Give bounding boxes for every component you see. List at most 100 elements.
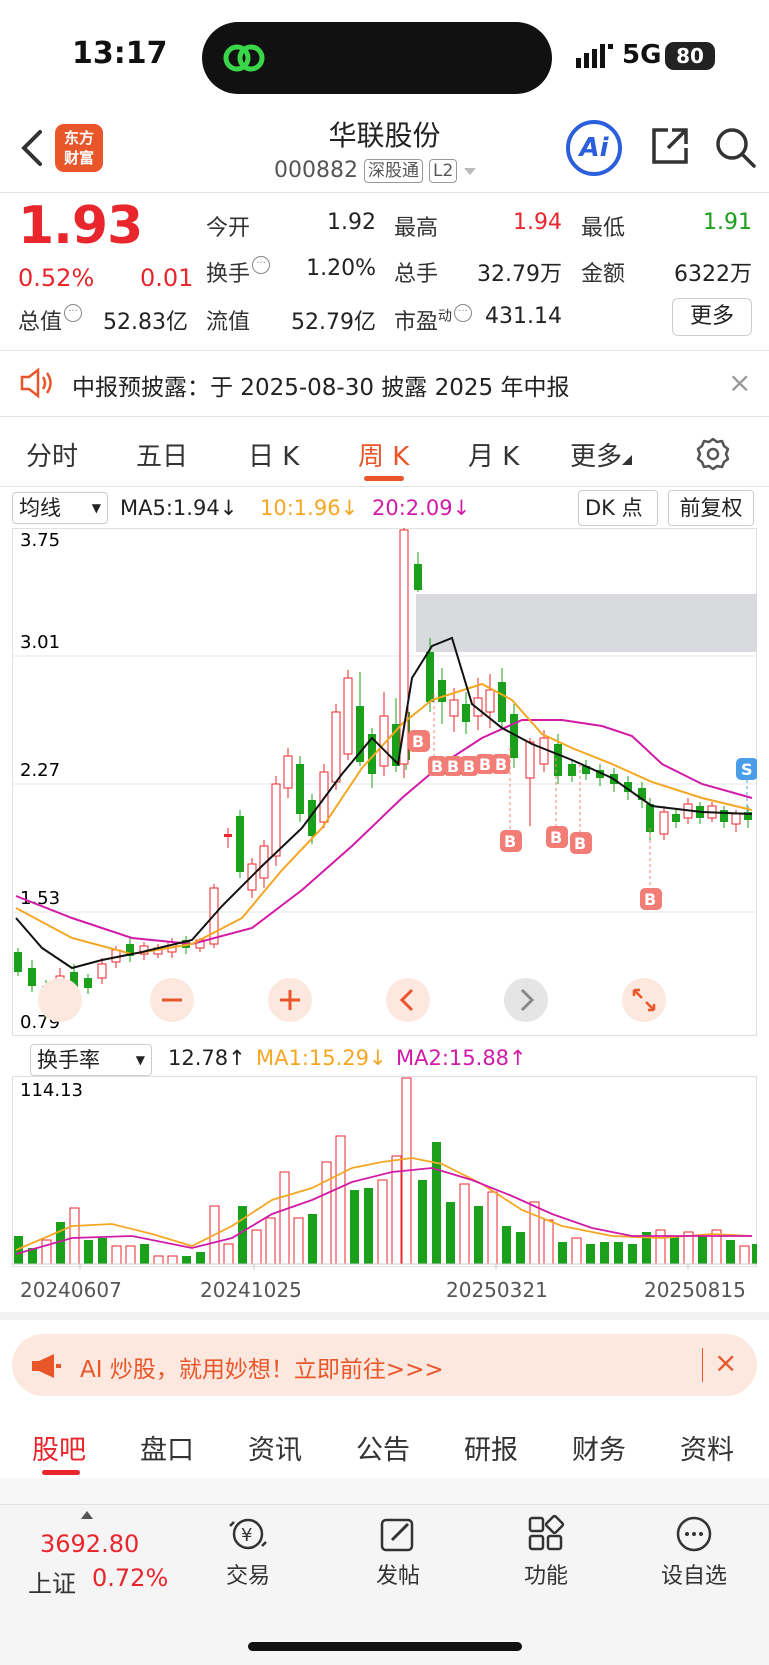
candle xyxy=(731,813,741,825)
volume-bar xyxy=(516,1232,525,1264)
volume-bar xyxy=(670,1236,679,1264)
float-label: 流值 xyxy=(206,310,251,335)
pe-value: 431.14 xyxy=(485,304,562,329)
tab-more[interactable]: 更多 xyxy=(570,436,633,473)
candle xyxy=(224,834,232,837)
status-time: 13:17 xyxy=(72,36,168,71)
info-icon[interactable]: ··· xyxy=(252,256,271,274)
nav-trade[interactable]: ¥ 交易 xyxy=(198,1514,298,1590)
pe-label-text: 市盈 xyxy=(394,310,439,335)
nav-post-label: 发帖 xyxy=(375,1564,420,1589)
candle xyxy=(672,814,680,822)
fullscreen-button[interactable] xyxy=(622,978,666,1022)
tab-guba[interactable]: 股吧 xyxy=(32,1428,86,1467)
tab-news[interactable]: 资讯 xyxy=(248,1428,302,1467)
candle xyxy=(525,741,535,779)
candle xyxy=(84,978,92,988)
search-icon[interactable] xyxy=(712,124,758,170)
mktcap-value: 52.83亿 xyxy=(103,310,188,335)
date-tick-2: 20241025 xyxy=(200,1278,302,1302)
more-button[interactable]: 更多 xyxy=(672,298,752,336)
info-icon[interactable]: ··· xyxy=(454,304,473,322)
level-tag: L2 xyxy=(428,158,458,183)
volume-bar xyxy=(251,1229,262,1265)
tab-profile[interactable]: 资料 xyxy=(680,1428,734,1467)
share-icon[interactable] xyxy=(648,124,692,168)
volume-bar xyxy=(293,1217,304,1265)
tab-monthly-k[interactable]: 月 K xyxy=(468,436,519,473)
candle xyxy=(539,737,549,765)
grid-icon xyxy=(528,1514,565,1551)
ai-promo-text[interactable]: AI 炒股，就用妙想！立即前往>>> xyxy=(80,1350,444,1384)
volume-bar xyxy=(600,1242,609,1264)
active-tab-indicator xyxy=(364,476,404,481)
buy-marker: B xyxy=(408,730,430,752)
volume-bar xyxy=(487,1191,498,1265)
volume-bar xyxy=(628,1244,637,1264)
corner-caret-icon xyxy=(622,455,633,465)
gear-icon[interactable] xyxy=(695,436,731,472)
candle xyxy=(449,699,459,717)
volume-bar xyxy=(586,1244,595,1264)
turnover-label[interactable]: 换手 ··· xyxy=(206,256,272,288)
tab-daily-k[interactable]: 日 K xyxy=(248,436,299,473)
nav-post[interactable]: 发帖 xyxy=(348,1514,448,1590)
buy-marker-label: B xyxy=(504,832,516,851)
nav-add-watchlist[interactable]: 设自选 xyxy=(644,1514,744,1590)
notice-text[interactable]: 中报预披露：于 2025-08-30 披露 2025 年中报 xyxy=(72,368,569,402)
tab-intraday[interactable]: 分时 xyxy=(26,436,78,473)
candle xyxy=(97,963,107,979)
nav-functions[interactable]: 功能 xyxy=(496,1514,596,1590)
ma-select[interactable]: 均线 ▼ xyxy=(12,492,108,524)
mktcap-label[interactable]: 总值 ··· xyxy=(18,304,84,336)
buy-marker-label: B xyxy=(412,732,424,751)
float-value: 52.79亿 xyxy=(291,310,376,335)
ma20-value: 20:2.09↓ xyxy=(372,496,471,520)
buy-marker: B xyxy=(570,832,592,854)
pe-label[interactable]: 市盈动 ··· xyxy=(394,304,474,336)
volume-bar xyxy=(182,1256,191,1264)
buy-marker-label: B xyxy=(644,890,656,909)
info-icon[interactable]: ··· xyxy=(64,304,83,322)
ai-button[interactable]: Ai xyxy=(566,120,622,176)
open-value: 1.92 xyxy=(327,210,376,235)
index-value[interactable]: 3692.80 xyxy=(40,1530,139,1558)
volume-label: 总手 xyxy=(394,262,439,287)
stock-code-row[interactable]: 000882 深股通 L2 xyxy=(274,158,477,183)
index-name[interactable]: 上证 xyxy=(28,1564,76,1599)
ma10-value: 10:1.96↓ xyxy=(260,496,359,520)
notice-close-button[interactable]: × xyxy=(728,366,751,399)
candle xyxy=(426,652,434,702)
banner-close-button[interactable]: × xyxy=(714,1346,737,1379)
sell-marker-label: S xyxy=(741,760,753,779)
tab-pankou[interactable]: 盘口 xyxy=(140,1428,194,1467)
scroll-left-button[interactable] xyxy=(386,978,430,1022)
dk-point-select[interactable]: DK 点 xyxy=(578,490,658,549)
buy-marker: B xyxy=(640,888,662,910)
reset-button[interactable] xyxy=(38,978,82,1022)
caret-up-icon[interactable] xyxy=(80,1510,94,1520)
scroll-right-button[interactable] xyxy=(504,978,548,1022)
volume-bar xyxy=(84,1240,93,1264)
turnover-chart[interactable]: 114.13 xyxy=(12,1076,757,1278)
tab-finance[interactable]: 财务 xyxy=(572,1428,626,1467)
candle xyxy=(343,677,353,755)
volume-indicator-select[interactable]: 换手率 ▼ xyxy=(30,1044,152,1076)
volume-bar xyxy=(364,1188,373,1264)
tab-research[interactable]: 研报 xyxy=(464,1428,518,1467)
adjust-select[interactable]: 前复权 xyxy=(668,490,754,526)
volume-bar xyxy=(418,1180,427,1264)
volume-bar xyxy=(698,1236,707,1264)
candle xyxy=(646,804,654,832)
candle xyxy=(283,755,293,789)
tab-five-day[interactable]: 五日 xyxy=(136,436,188,473)
k-line-chart[interactable]: 3.75 3.01 2.27 1.53 0.79 B B B B B B B B… xyxy=(12,528,757,1036)
tab-announcements[interactable]: 公告 xyxy=(356,1428,410,1467)
buy-marker: B xyxy=(444,756,462,776)
index-change[interactable]: 0.72% xyxy=(92,1564,168,1592)
vol-ma2-text: MA2:15.88 xyxy=(396,1046,510,1070)
volume-bar xyxy=(308,1214,317,1264)
nav-functions-label: 功能 xyxy=(523,1564,568,1589)
tab-weekly-k[interactable]: 周 K xyxy=(358,436,409,473)
battery-indicator: 80 xyxy=(665,42,715,70)
